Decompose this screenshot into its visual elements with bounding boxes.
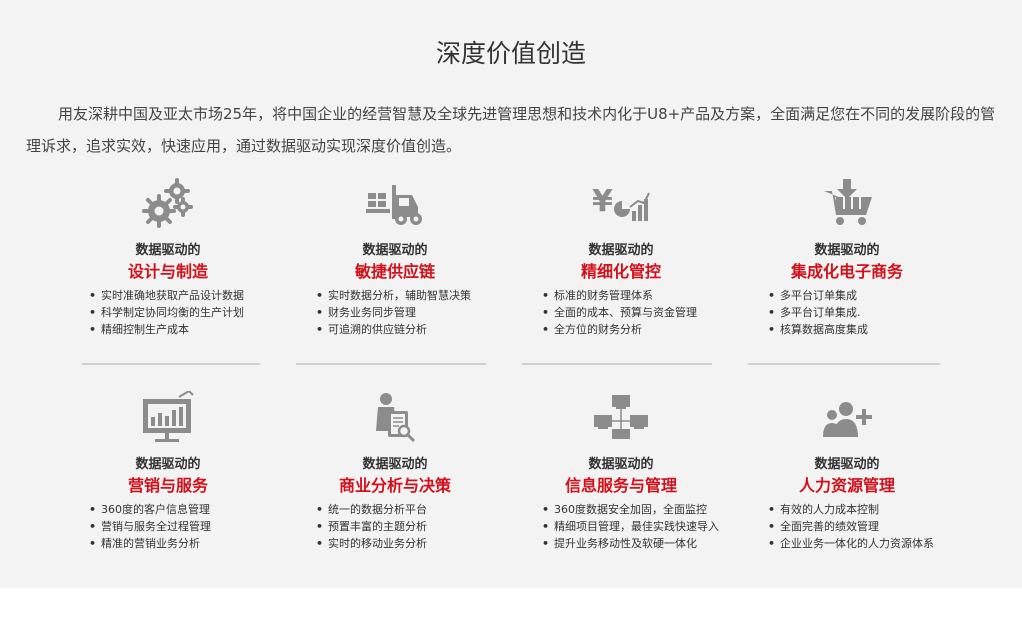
network-computers-icon — [592, 391, 650, 443]
card-kicker: 数据驱动的 — [588, 457, 654, 472]
list-item: • 全面的成本、预算与资金管理 — [542, 306, 697, 319]
divider — [82, 363, 260, 365]
shopping-cart-icon — [818, 177, 876, 229]
list-item: • 科学制定协同均衡的生产计划 — [89, 306, 244, 319]
card-heading: 人力资源管理 — [798, 476, 895, 495]
list-item: • 360度的客户信息管理 — [89, 503, 210, 516]
forklift-icon — [366, 177, 424, 229]
list-item: • 精细项目管理，最佳实践快速导入 — [542, 520, 719, 533]
list-item: • 核算数据高度集成 — [768, 323, 868, 336]
card-feature-list: • 360度数据安全加固，全面监控 • 精细项目管理，最佳实践快速导入 • 提升业务移… — [542, 501, 742, 552]
billboard-chart-icon — [139, 391, 197, 443]
add-people-icon — [818, 391, 876, 443]
card-heading: 集成化电子商务 — [790, 262, 903, 281]
svg-text:¥: ¥ — [592, 184, 613, 219]
list-item: • 财务业务同步管理 — [316, 306, 416, 319]
card-feature-list: • 标准的财务管理体系 • 全面的成本、预算与资金管理 • 全方位的财务分析 — [542, 287, 742, 338]
list-item: • 提升业务移动性及软硬一体化 — [542, 537, 697, 550]
list-item: • 可追溯的供应链分析 — [316, 323, 427, 336]
list-item: • 营销与服务全过程管理 — [89, 520, 211, 533]
value-section: 深度价值创造 用友深耕中国及亚太市场25年，将中国企业的经营智慧及全球先进管理思… — [0, 0, 1022, 588]
divider — [296, 363, 486, 365]
card-kicker: 数据驱动的 — [814, 457, 880, 472]
card-kicker: 数据驱动的 — [135, 457, 201, 472]
list-item: • 多平台订单集成. — [768, 306, 861, 319]
section-intro: 用友深耕中国及亚太市场25年，将中国企业的经营智慧及全球先进管理思想和技术内化于… — [26, 105, 996, 155]
analyst-icon — [366, 391, 424, 443]
card-feature-list: • 统一的数据分析平台 • 预置丰富的主题分析 • 实时的移动业务分析 — [316, 501, 516, 552]
card-kicker: 数据驱动的 — [588, 243, 654, 258]
card-heading: 商业分析与决策 — [338, 476, 451, 495]
card-kicker: 数据驱动的 — [814, 243, 880, 258]
finance-chart-icon: ¥ — [592, 177, 650, 229]
card-feature-list: • 实时准确地获取产品设计数据 • 科学制定协同均衡的生产计划 • 精细控制生产成本 — [89, 287, 289, 338]
section-title: 深度价值创造 — [435, 39, 586, 68]
card-heading: 敏捷供应链 — [354, 262, 435, 281]
card-kicker: 数据驱动的 — [362, 457, 428, 472]
card-feature-list: • 多平台订单集成 • 多平台订单集成. • 核算数据高度集成 — [768, 287, 968, 338]
list-item: • 全面完善的绩效管理 — [768, 520, 879, 533]
card-feature-list: • 实时数据分析，辅助智慧决策 • 财务业务同步管理 • 可追溯的供应链分析 — [316, 287, 516, 338]
card-feature-list: • 360度的客户信息管理 • 营销与服务全过程管理 • 精准的营销业务分析 — [89, 501, 289, 552]
divider — [748, 363, 940, 365]
list-item: • 实时的移动业务分析 — [316, 537, 427, 550]
list-item: • 多平台订单集成 — [768, 289, 857, 302]
card-heading: 设计与制造 — [127, 262, 208, 281]
card-heading: 信息服务与管理 — [564, 476, 677, 495]
card-heading: 精细化管控 — [580, 262, 661, 281]
list-item: • 有效的人力成本控制 — [768, 503, 879, 516]
list-item: • 实时准确地获取产品设计数据 — [89, 289, 244, 302]
gears-icon — [139, 177, 197, 229]
card-kicker: 数据驱动的 — [362, 243, 428, 258]
card-kicker: 数据驱动的 — [135, 243, 201, 258]
list-item: • 预置丰富的主题分析 — [316, 520, 427, 533]
list-item: • 精细控制生产成本 — [89, 323, 189, 336]
card-heading: 营销与服务 — [127, 476, 208, 495]
list-item: • 360度数据安全加固，全面监控 — [542, 503, 707, 516]
list-item: • 统一的数据分析平台 — [316, 503, 427, 516]
list-item: • 标准的财务管理体系 — [542, 289, 653, 302]
card-feature-list: • 有效的人力成本控制 • 全面完善的绩效管理 • 企业业务一体化的人力资源体系 — [768, 501, 968, 552]
list-item: • 实时数据分析，辅助智慧决策 — [316, 289, 471, 302]
divider — [522, 363, 712, 365]
list-item: • 精准的营销业务分析 — [89, 537, 200, 550]
list-item: • 全方位的财务分析 — [542, 323, 642, 336]
list-item: • 企业业务一体化的人力资源体系 — [768, 537, 934, 550]
